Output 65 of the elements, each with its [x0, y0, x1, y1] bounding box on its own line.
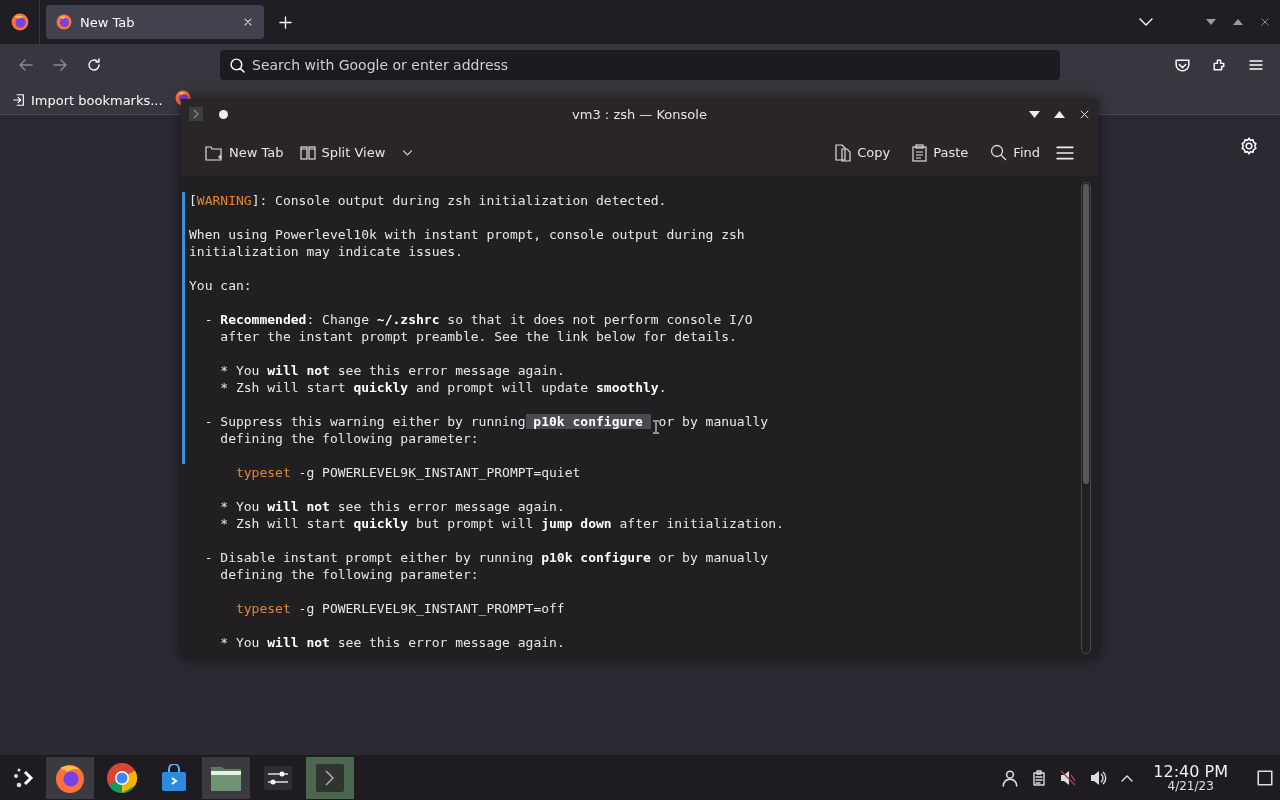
maximize-icon[interactable]: [1233, 19, 1243, 25]
close-icon: [1079, 108, 1090, 120]
terminal-line: - Recommended: Change ~/.zshrc so that it does not perform console I/O: [203, 311, 753, 328]
new-tab-icon: [205, 143, 223, 162]
import-icon: [12, 93, 26, 107]
browser-icon: [56, 14, 72, 30]
terminal-line: after the instant prompt preamble. See the link below for details.: [219, 328, 737, 345]
terminal-icon: [189, 107, 203, 121]
address-field[interactable]: Search with Google or enter address: [220, 50, 1060, 80]
back-arrow-icon: [18, 57, 34, 73]
terminal-line: * Zsh will start quickly and prompt will update smoothly.: [219, 379, 667, 396]
bookmark-item[interactable]: Import bookmarks...: [12, 92, 163, 108]
close-icon: [1260, 17, 1270, 27]
muted-speaker-icon[interactable]: [1059, 768, 1078, 787]
terminal-line: * You will not see this error message again.: [219, 498, 565, 515]
close-icon: [242, 16, 254, 28]
forward-arrow-icon: [52, 57, 68, 73]
user-icon: [1001, 768, 1020, 787]
pocket-icon: [1174, 56, 1191, 74]
text-cursor-icon: [652, 420, 660, 434]
split-button[interactable]: Split View: [293, 140, 392, 165]
clipboard-icon: [912, 143, 928, 162]
search-icon: [990, 144, 1008, 161]
terminal-line: typeset -g POWERLEVEL9K_INSTANT_PROMPT=quiet: [234, 464, 581, 481]
terminal-line: [WARNING]: Console output during zsh initialization detected.: [189, 192, 667, 209]
terminal-line: typeset -g POWERLEVEL9K_INSTANT_PROMPT=off: [234, 600, 565, 617]
taskbar-button[interactable]: [202, 756, 250, 799]
minimize-icon[interactable]: [1029, 110, 1040, 118]
plus-icon: [278, 14, 293, 30]
terminal-line: * Zsh will start quickly but prompt will jump down after initialization.: [219, 515, 784, 532]
copy-button[interactable]: Copy: [829, 139, 897, 166]
terminal-line: defining the following parameter:: [219, 430, 479, 447]
split-view-icon: [299, 144, 316, 161]
terminal-line: initialization may indicate issues.: [189, 243, 463, 260]
maximize-icon[interactable]: [1054, 110, 1065, 118]
copy-icon: [835, 143, 852, 162]
new-tab-button[interactable]: [278, 14, 293, 30]
minimize-icon[interactable]: [1206, 19, 1216, 25]
window-title: vm3 : zsh — Konsole: [572, 106, 707, 122]
clock[interactable]: 12:40 PM 4/21/23: [1153, 762, 1228, 793]
show-desktop-icon: [1256, 768, 1274, 787]
terminal-line: When using Powerlevel10k with instant prompt, console output during zsh: [189, 226, 745, 243]
reload-icon: [86, 57, 102, 73]
clipboard-icon: [1031, 768, 1048, 787]
paste-button[interactable]: Paste: [906, 139, 975, 166]
settings-icon: [1240, 137, 1258, 155]
browser-icon: [10, 13, 29, 31]
sliders-icon: [264, 765, 292, 790]
terminal-line: You can:: [189, 277, 252, 294]
terminal-line: - Suppress this warning either by running p10k configure or by manually: [203, 413, 769, 430]
terminal-line: - Disable instant prompt either by running p10k configure or by manually: [203, 549, 769, 566]
taskbar-button[interactable]: [46, 756, 94, 799]
shopping-bag-icon: [161, 763, 187, 792]
terminal-line: * You will not see this error message again.: [219, 362, 565, 379]
menu-icon: [1248, 57, 1264, 73]
browser-tab[interactable]: New Tab: [46, 5, 264, 39]
speaker-icon[interactable]: [1089, 768, 1108, 787]
pin-dot-icon[interactable]: [219, 109, 228, 119]
find-button[interactable]: Find: [984, 140, 1046, 165]
browser-icon: [106, 761, 138, 794]
new-tab-button[interactable]: New Tab: [199, 139, 290, 166]
search-icon: [229, 57, 246, 74]
terminal-icon: [316, 763, 344, 792]
terminal-line: * You will not see this error message again.: [219, 634, 565, 651]
terminal-line: defining the following parameter:: [219, 566, 479, 583]
